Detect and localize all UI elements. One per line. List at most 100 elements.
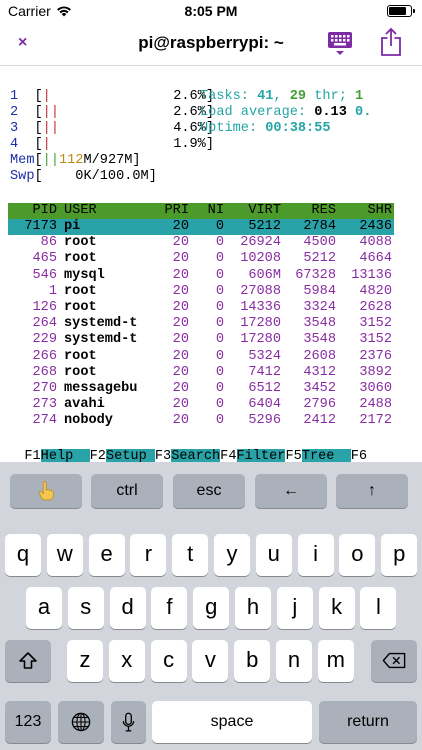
process-row[interactable]: 1 root 20 0 27088 5984 4820 xyxy=(8,284,392,300)
process-shr: 3060 xyxy=(359,381,392,396)
column-shr[interactable]: SHR xyxy=(336,203,392,219)
process-shr: 2376 xyxy=(359,348,392,364)
key-g[interactable]: g xyxy=(193,587,230,629)
backspace-icon xyxy=(382,652,406,669)
keyboard-accessory-bar: ctrl esc ← ↑ xyxy=(0,462,422,522)
key-z[interactable]: z xyxy=(67,640,103,682)
key-o[interactable]: o xyxy=(339,534,376,576)
key-v[interactable]: v xyxy=(192,640,229,682)
globe-icon xyxy=(71,712,91,732)
cpu-meter: 3 [|| 4.6%] xyxy=(10,121,215,136)
process-row[interactable]: 546 mysql 20 0 606M 67328 13136 xyxy=(8,268,392,284)
column-pid[interactable]: PID xyxy=(8,203,57,219)
esc-key[interactable]: esc xyxy=(173,474,245,508)
ctrl-key[interactable]: ctrl xyxy=(91,474,163,508)
column-user[interactable]: USER xyxy=(57,203,139,219)
swap-meter: Swp[ 0K/100.0M] xyxy=(10,169,157,184)
numbers-key[interactable]: 123 xyxy=(5,701,51,743)
key-j[interactable]: j xyxy=(276,587,313,629)
process-pid: 1 xyxy=(48,283,57,299)
process-user: root xyxy=(64,300,97,315)
process-pri: 20 xyxy=(172,235,189,251)
key-d[interactable]: d xyxy=(109,587,146,629)
process-row[interactable]: 268 root 20 0 7412 4312 3892 xyxy=(8,365,392,381)
process-row[interactable]: 229 systemd-t 20 0 17280 3548 3152 xyxy=(8,332,392,348)
key-m[interactable]: m xyxy=(317,640,354,682)
process-row[interactable]: 273 avahi 20 0 6404 2796 2488 xyxy=(8,397,392,413)
process-row[interactable]: 86 root 20 0 26924 4500 4088 xyxy=(8,235,392,251)
process-res: 4312 xyxy=(303,364,336,380)
dictation-key[interactable] xyxy=(111,701,146,743)
column-virt[interactable]: VIRT xyxy=(224,203,281,219)
key-e[interactable]: e xyxy=(88,534,125,576)
key-s[interactable]: s xyxy=(67,587,104,629)
key-n[interactable]: n xyxy=(276,640,312,682)
column-pri[interactable]: PRI xyxy=(139,203,189,219)
key-l[interactable]: l xyxy=(360,587,397,629)
process-row[interactable]: 274 nobody 20 0 5296 2412 2172 xyxy=(8,413,392,429)
return-key[interactable]: return xyxy=(319,701,417,743)
process-pri: 20 xyxy=(172,381,189,396)
terminal-view[interactable]: 1 [| 2.6%] 2 [|| 2.6%] 3 [|| 4.6%] 4 [| … xyxy=(0,67,422,462)
process-row[interactable]: 270 messagebu 20 0 6512 3452 3060 xyxy=(8,381,392,397)
arrow-left-key[interactable]: ← xyxy=(255,474,327,508)
process-row[interactable]: 7173 pi 20 0 5212 2784 2436 xyxy=(8,219,392,235)
keyboard-toggle-icon[interactable] xyxy=(328,30,352,56)
memory-meter: Mem[||112M/927M] xyxy=(10,153,141,168)
process-user: mysql xyxy=(64,267,105,283)
page-title: pi@raspberrypi: ~ xyxy=(138,33,284,52)
process-pid: 86 xyxy=(40,235,57,251)
onscreen-keyboard: ctrl esc ← ↑ qwertyuiopasdfghjklzxcvbnm … xyxy=(0,462,422,750)
key-y[interactable]: y xyxy=(214,534,250,576)
process-row[interactable]: 126 root 20 0 14336 3324 2628 xyxy=(8,300,392,316)
share-icon[interactable] xyxy=(380,27,402,57)
key-r[interactable]: r xyxy=(130,534,167,576)
key-x[interactable]: x xyxy=(108,640,145,682)
process-row[interactable]: 465 root 20 0 10208 5212 4664 xyxy=(8,251,392,267)
tasks-summary: Tasks: 41, 29 thr; 1 xyxy=(200,89,364,104)
cpu-meter: 2 [|| 2.6%] xyxy=(10,105,215,120)
key-t[interactable]: t xyxy=(172,534,209,576)
key-q[interactable]: q xyxy=(5,534,41,576)
backspace-key[interactable] xyxy=(371,640,417,682)
key-k[interactable]: k xyxy=(318,587,355,629)
status-time: 8:05 PM xyxy=(184,3,238,19)
process-user: root xyxy=(64,348,97,364)
touch-mode-button[interactable] xyxy=(10,474,82,508)
column-res[interactable]: RES xyxy=(281,203,336,219)
process-virt: 14336 xyxy=(240,300,281,315)
process-virt: 5296 xyxy=(248,413,281,429)
process-pid: 270 xyxy=(32,381,57,396)
key-p[interactable]: p xyxy=(381,534,418,576)
process-row[interactable]: 264 systemd-t 20 0 17280 3548 3152 xyxy=(8,316,392,332)
pointing-hand-icon xyxy=(38,481,54,501)
key-a[interactable]: a xyxy=(26,587,62,629)
space-key[interactable]: space xyxy=(152,701,312,743)
process-virt: 7412 xyxy=(248,364,281,380)
globe-key[interactable] xyxy=(58,701,104,743)
key-b[interactable]: b xyxy=(234,640,271,682)
process-row[interactable]: 266 root 20 0 5324 2608 2376 xyxy=(8,349,392,365)
process-pri: 20 xyxy=(172,413,189,429)
process-virt: 17280 xyxy=(240,316,281,332)
shift-icon xyxy=(19,652,37,669)
key-u[interactable]: u xyxy=(255,534,292,576)
column-ni[interactable]: NI xyxy=(189,203,224,219)
process-user: avahi xyxy=(64,397,105,413)
process-virt: 26924 xyxy=(240,235,281,251)
process-pid: 273 xyxy=(32,397,57,413)
process-pri: 20 xyxy=(172,332,189,348)
key-f[interactable]: f xyxy=(151,587,188,629)
arrow-up-key[interactable]: ↑ xyxy=(336,474,408,508)
key-w[interactable]: w xyxy=(46,534,83,576)
key-i[interactable]: i xyxy=(297,534,334,576)
key-h[interactable]: h xyxy=(235,587,271,629)
key-c[interactable]: c xyxy=(150,640,187,682)
process-user: root xyxy=(64,251,97,267)
process-res: 3324 xyxy=(303,300,336,315)
process-shr: 4820 xyxy=(359,283,392,299)
process-res: 3452 xyxy=(303,381,336,396)
shift-key[interactable] xyxy=(5,640,51,682)
process-ni: 0 xyxy=(215,381,224,396)
process-shr: 3892 xyxy=(359,364,392,380)
